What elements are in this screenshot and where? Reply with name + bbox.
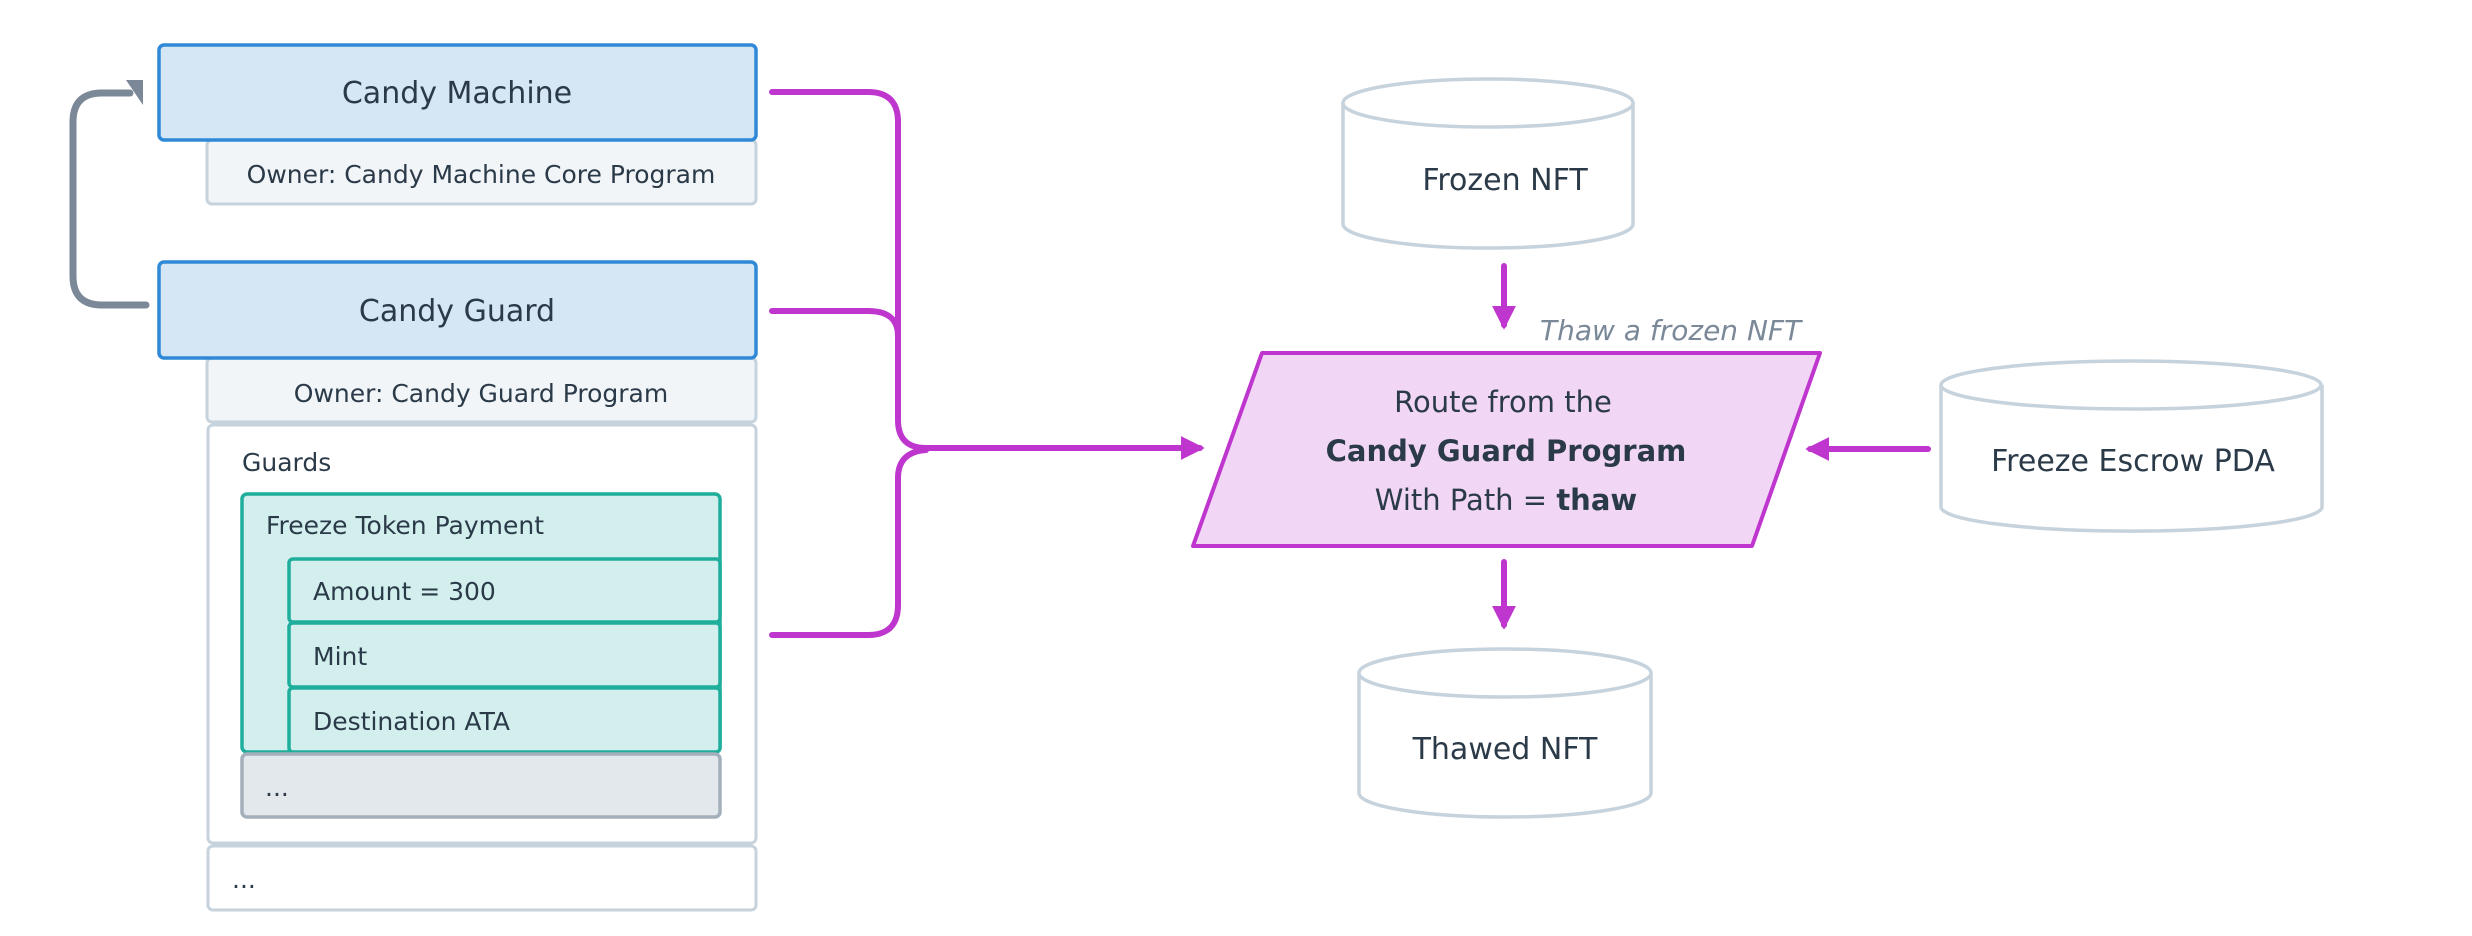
connector-candy-machine xyxy=(769,89,929,451)
guard-field-amount-label: Amount = 300 xyxy=(313,577,496,606)
more-guards-ellipsis: ... xyxy=(265,773,289,802)
candy-guard-owner: Owner: Candy Guard Program xyxy=(294,379,668,408)
route-line-3: With Path = thaw xyxy=(1375,483,1637,517)
guard-field-destination-ata-label: Destination ATA xyxy=(313,707,510,736)
candy-machine-account[interactable]: Owner: Candy Machine Core Program Candy … xyxy=(157,43,758,206)
frozen-nft-label: Frozen NFT xyxy=(1422,163,1588,198)
route-line-1: Route from the xyxy=(1394,385,1612,419)
candy-guard-title: Candy Guard xyxy=(359,294,555,329)
loop-connector xyxy=(69,80,150,309)
more-fields-box xyxy=(206,844,758,912)
thawed-nft-store[interactable]: Thawed NFT xyxy=(1357,647,1653,819)
thawed-nft-label: Thawed NFT xyxy=(1412,732,1598,767)
route-line-3-prefix: With Path = xyxy=(1375,483,1557,517)
freeze-escrow-label: Freeze Escrow PDA xyxy=(1991,444,2275,479)
route-instruction[interactable]: Route from the Candy Guard Program With … xyxy=(1191,351,1822,548)
accounts-to-route-connector xyxy=(769,89,1205,638)
candy-machine-title: Candy Machine xyxy=(342,76,572,111)
candy-guard-account[interactable]: Owner: Candy Guard Program Candy Guard G… xyxy=(157,260,758,912)
candy-machine-owner: Owner: Candy Machine Core Program xyxy=(247,160,716,189)
frozen-nft-cylinder-top xyxy=(1341,77,1635,129)
guards-heading: Guards xyxy=(242,448,331,477)
connector-candy-guard xyxy=(769,308,901,339)
more-guards-box xyxy=(240,752,722,819)
freeze-escrow-store[interactable]: Freeze Escrow PDA xyxy=(1939,359,2324,533)
route-path-value: thaw xyxy=(1556,483,1637,517)
diagram-canvas: Owner: Candy Machine Core Program Candy … xyxy=(69,43,2324,912)
route-line-2: Candy Guard Program xyxy=(1326,434,1687,468)
freeze-escrow-cylinder-top xyxy=(1939,359,2323,411)
thawed-nft-cylinder-top xyxy=(1357,647,1653,699)
guard-field-mint-label: Mint xyxy=(313,642,367,671)
thaw-edge-label: Thaw a frozen NFT xyxy=(1540,314,1803,347)
more-fields-ellipsis: ... xyxy=(232,865,256,894)
freeze-token-payment-label: Freeze Token Payment xyxy=(266,511,544,540)
frozen-nft-store[interactable]: Frozen NFT xyxy=(1341,77,1635,250)
connector-guards xyxy=(769,447,929,638)
